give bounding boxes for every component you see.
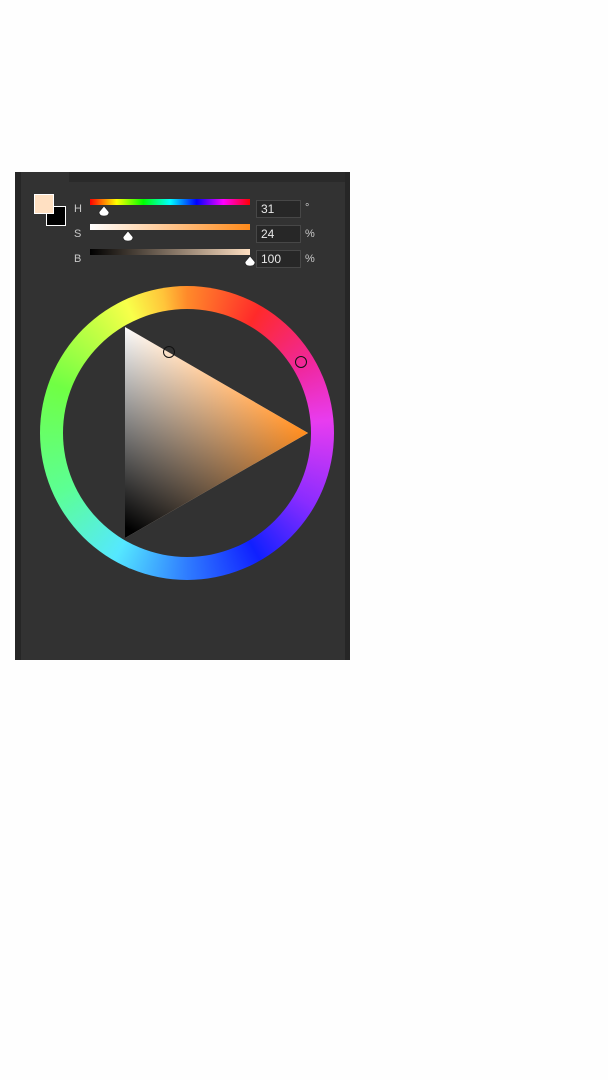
hue-input[interactable]: 31: [256, 200, 301, 218]
brightness-slider[interactable]: [90, 249, 250, 255]
color-wheel[interactable]: [40, 286, 334, 580]
panel-tab[interactable]: [21, 172, 69, 182]
panel-tab-strip: [21, 172, 345, 182]
saturation-slider[interactable]: [90, 224, 250, 230]
color-panel: H 31 ° S 24 % B 100 %: [15, 172, 350, 660]
hue-label: H: [74, 203, 82, 215]
brightness-slider-thumb[interactable]: [244, 255, 256, 267]
foreground-color-swatch[interactable]: [34, 194, 54, 214]
saturation-brightness-triangle[interactable]: [40, 286, 334, 580]
hue-slider[interactable]: [90, 199, 250, 205]
saturation-input[interactable]: 24: [256, 225, 301, 243]
hue-marker[interactable]: [295, 356, 307, 368]
color-marker[interactable]: [163, 346, 175, 358]
hue-slider-thumb[interactable]: [98, 205, 110, 217]
saturation-label: S: [74, 228, 82, 240]
brightness-input[interactable]: 100: [256, 250, 301, 268]
brightness-unit: %: [305, 253, 315, 265]
saturation-slider-thumb[interactable]: [122, 230, 134, 242]
hue-unit: °: [305, 202, 310, 214]
brightness-label: B: [74, 253, 82, 265]
saturation-unit: %: [305, 228, 315, 240]
